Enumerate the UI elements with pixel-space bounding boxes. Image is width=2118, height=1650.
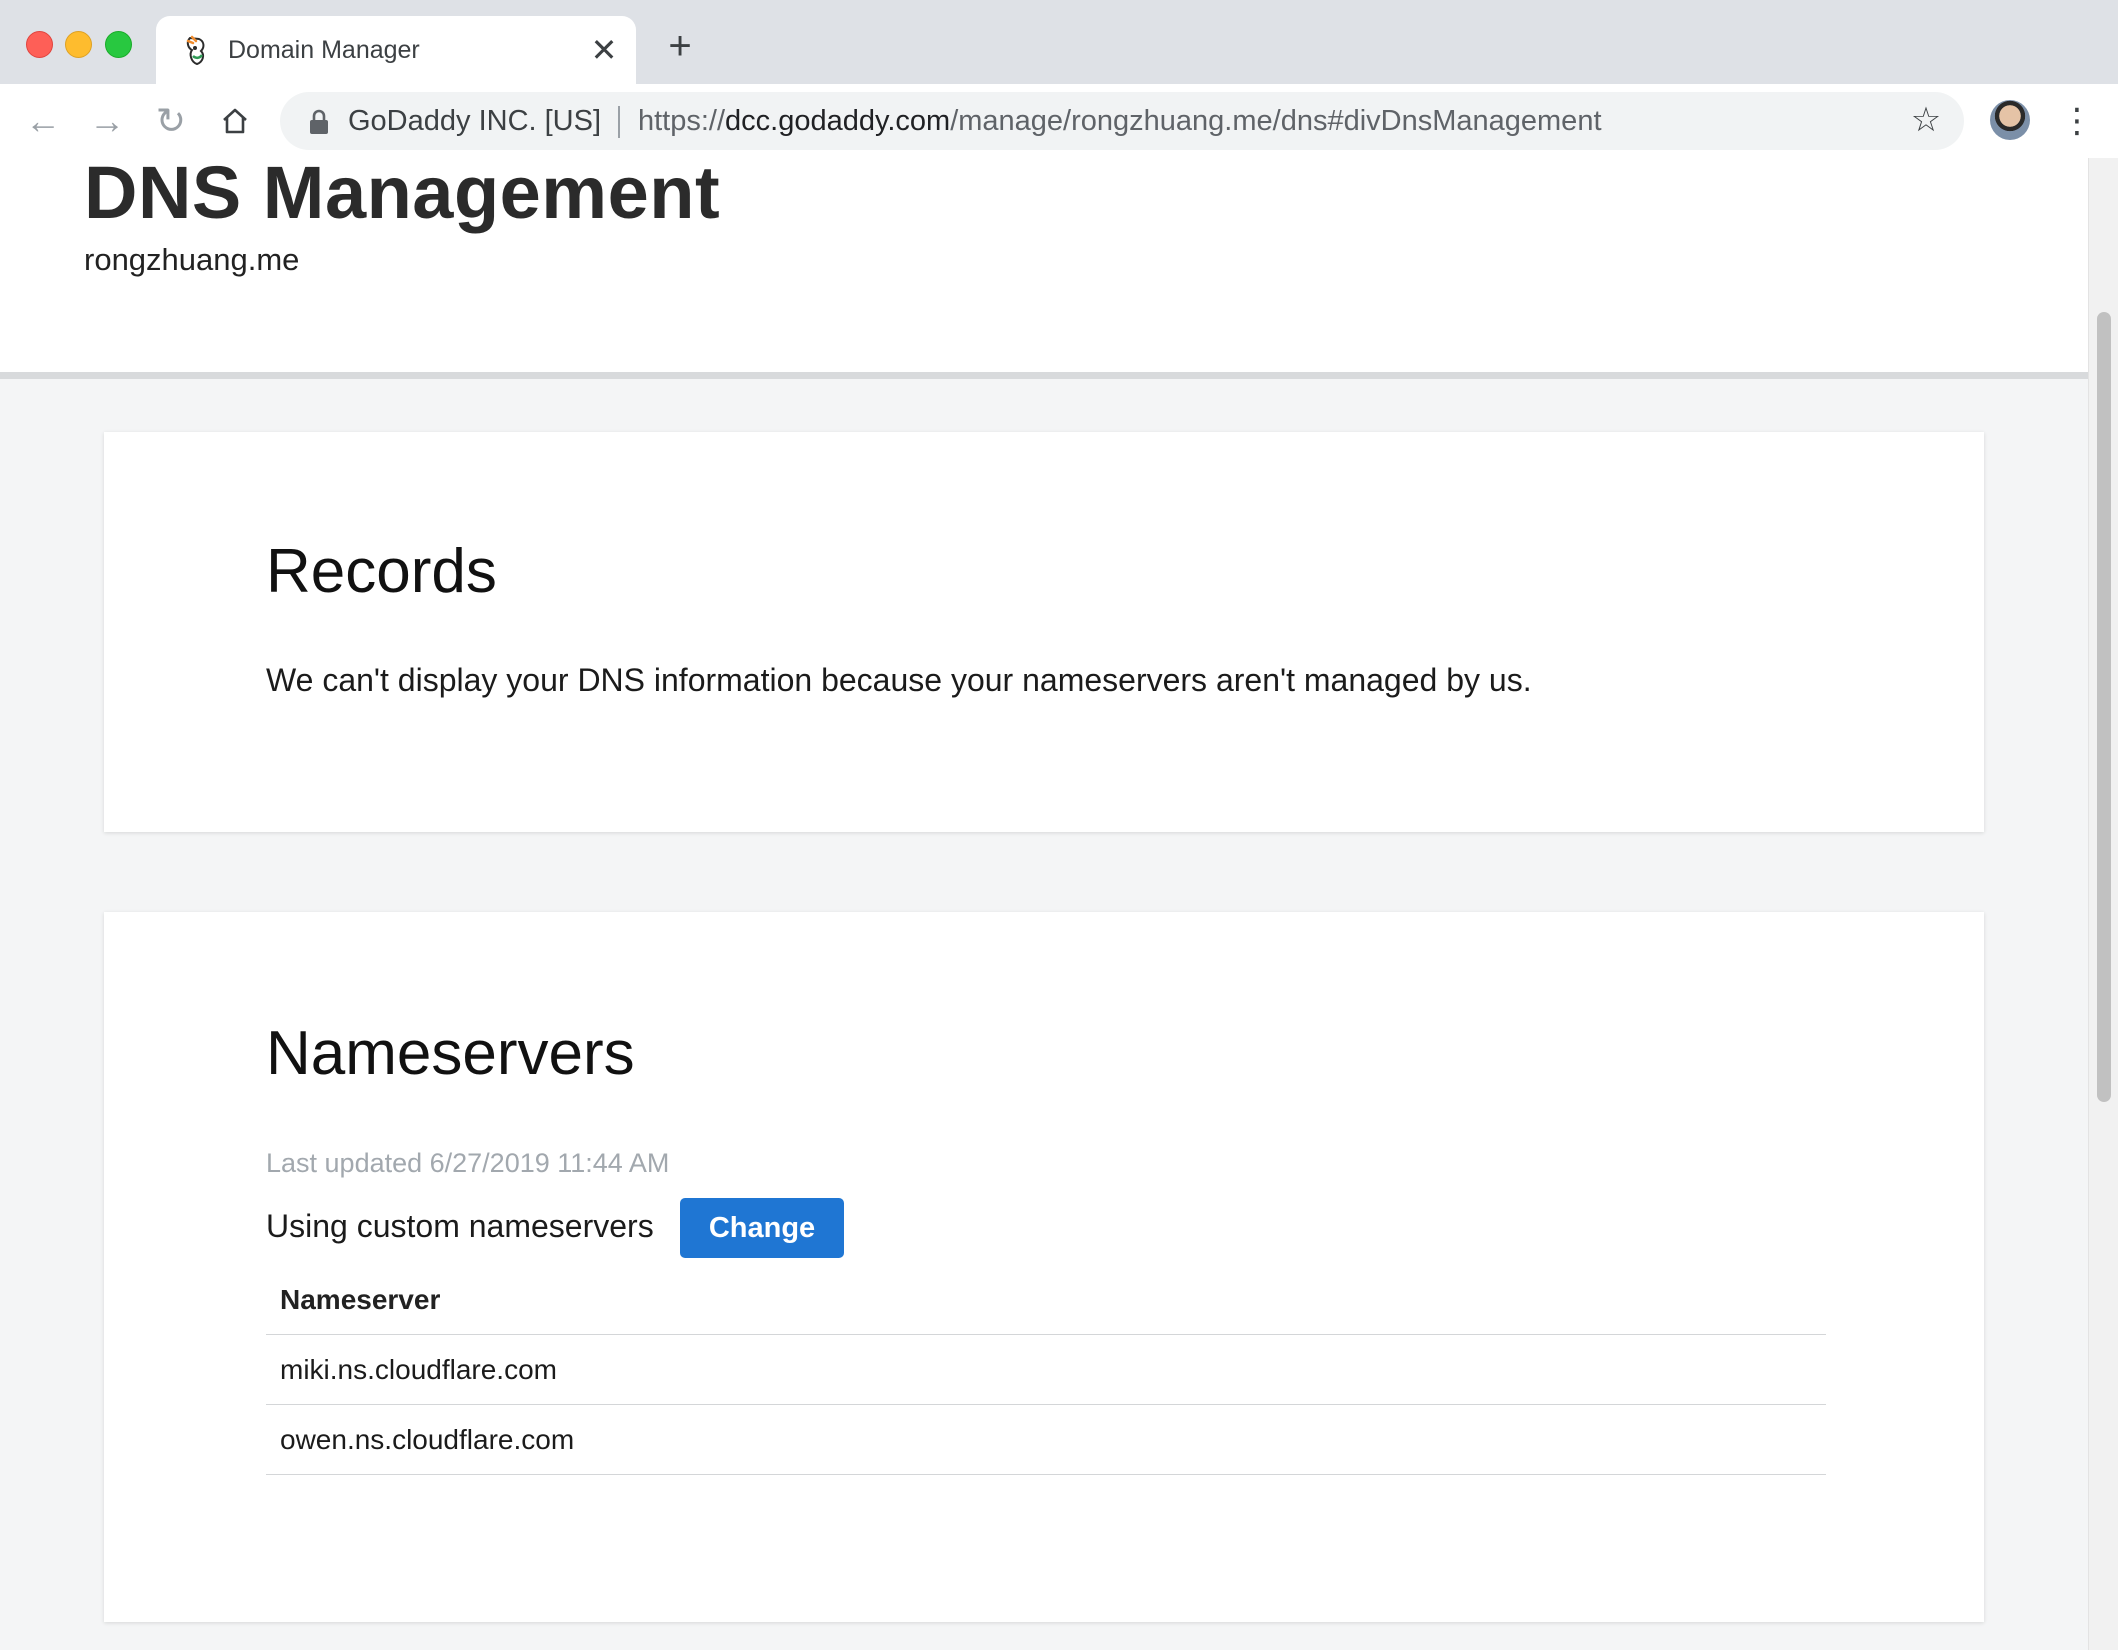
new-tab-button[interactable]: + (660, 26, 700, 66)
table-row: miki.ns.cloudflare.com (266, 1335, 1826, 1405)
forward-arrow-icon[interactable]: → (82, 96, 132, 146)
address-separator (618, 106, 620, 138)
bookmark-star-icon[interactable]: ☆ (1906, 100, 1946, 140)
table-row: owen.ns.cloudflare.com (266, 1405, 1826, 1475)
page-scrollbar[interactable] (2088, 158, 2118, 1650)
domain-name: rongzhuang.me (84, 242, 300, 277)
minimize-window-button[interactable] (65, 31, 92, 58)
url-path: /manage/rongzhuang.me/dns#divDnsManageme… (950, 105, 1602, 137)
maximize-window-button[interactable] (105, 31, 132, 58)
home-icon[interactable] (210, 96, 260, 146)
lock-icon (308, 109, 330, 135)
url-host: dcc.godaddy.com (725, 105, 951, 137)
reload-icon[interactable]: ↻ (146, 96, 196, 146)
nameserver-status: Using custom nameservers (266, 1208, 654, 1244)
page-content: DNS Management rongzhuang.me Records We … (0, 158, 2088, 1650)
godaddy-favicon-icon (182, 34, 212, 68)
profile-avatar[interactable] (1990, 100, 2030, 140)
tab-domain-manager[interactable]: Domain Manager ✕ (156, 16, 636, 84)
close-window-button[interactable] (26, 31, 53, 58)
records-heading: Records (266, 537, 497, 606)
tab-close-icon[interactable]: ✕ (584, 30, 624, 70)
nameserver-table: Nameserver miki.ns.cloudflare.com owen.n… (266, 1266, 1826, 1475)
nameservers-heading: Nameservers (266, 1019, 635, 1088)
browser-menu-icon[interactable]: ⋮ (2060, 100, 2094, 142)
back-arrow-icon[interactable]: ← (18, 96, 68, 146)
url-scheme: https:// (638, 105, 726, 137)
url-text[interactable]: https://dcc.godaddy.com/manage/rongzhuan… (638, 105, 1602, 138)
tab-title: Domain Manager (228, 36, 420, 64)
page-header: DNS Management rongzhuang.me (0, 158, 2088, 379)
records-card: Records We can't display your DNS inform… (104, 432, 1984, 832)
address-bar[interactable]: GoDaddy INC. [US] https://dcc.godaddy.co… (280, 92, 1964, 150)
browser-toolbar: ← → ↻ GoDaddy INC. [US] https://dcc.goda… (0, 84, 2118, 159)
page-title: DNS Management (84, 158, 721, 234)
last-updated-text: Last updated 6/27/2019 11:44 AM (266, 1148, 670, 1178)
browser-tab-bar: Domain Manager ✕ + (0, 0, 2118, 84)
site-identity: GoDaddy INC. [US] (348, 105, 602, 137)
change-nameservers-button[interactable]: Change (680, 1198, 844, 1258)
records-message: We can't display your DNS information be… (266, 662, 1532, 698)
scrollbar-thumb[interactable] (2097, 312, 2111, 1102)
nameservers-card: Nameservers Last updated 6/27/2019 11:44… (104, 912, 1984, 1622)
nameserver-column-header: Nameserver (266, 1266, 1826, 1335)
